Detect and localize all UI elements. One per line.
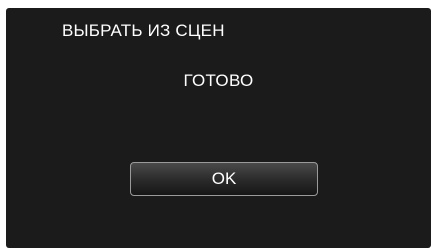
camera-menu-screen: ВЫБРАТЬ ИЗ СЦЕН ГОТОВО OK	[6, 8, 431, 248]
ok-button[interactable]: OK	[130, 162, 318, 196]
status-message: ГОТОВО	[183, 71, 254, 90]
screen-title: ВЫБРАТЬ ИЗ СЦЕН	[62, 21, 225, 40]
ok-button-label: OK	[211, 169, 237, 188]
